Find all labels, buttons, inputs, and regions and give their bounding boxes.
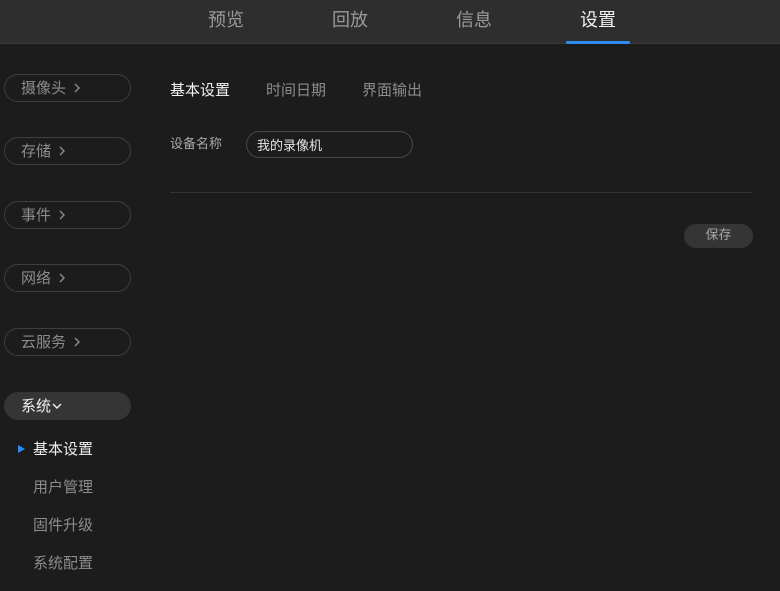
sidebar-item-label: 事件 <box>21 206 52 224</box>
sidebar-subitem-system-config[interactable]: 系统配置 <box>33 552 93 574</box>
chevron-right-icon <box>57 273 67 283</box>
sidebar-item-camera[interactable]: 摄像头 <box>4 74 131 102</box>
subtab-display-output[interactable]: 界面输出 <box>362 79 422 101</box>
chevron-right-icon <box>57 146 67 156</box>
sidebar-item-label: 系统 <box>21 397 52 415</box>
tab-preview[interactable]: 预览 <box>186 0 266 44</box>
sidebar-item-cloud-service[interactable]: 云服务 <box>4 328 131 356</box>
sidebar-item-events[interactable]: 事件 <box>4 201 131 229</box>
sidebar-item-label: 网络 <box>21 269 52 287</box>
sidebar-subitem-user-management[interactable]: 用户管理 <box>33 476 93 498</box>
top-nav-bar: 预览 回放 信息 设置 <box>0 0 780 44</box>
subtab-time-date[interactable]: 时间日期 <box>266 79 326 101</box>
sidebar-item-storage[interactable]: 存储 <box>4 137 131 165</box>
divider <box>170 192 752 193</box>
chevron-down-icon <box>52 401 62 411</box>
sidebar-item-label: 云服务 <box>21 333 67 351</box>
tab-info[interactable]: 信息 <box>434 0 514 44</box>
chevron-right-icon <box>72 83 82 93</box>
chevron-right-icon <box>72 337 82 347</box>
sidebar-subitem-firmware-upgrade[interactable]: 固件升级 <box>33 514 93 536</box>
sidebar-subitem-basic-settings[interactable]: 基本设置 <box>33 438 93 460</box>
tab-settings[interactable]: 设置 <box>558 0 638 44</box>
chevron-right-icon <box>57 210 67 220</box>
sidebar-item-network[interactable]: 网络 <box>4 264 131 292</box>
sidebar-item-label: 存储 <box>21 142 52 160</box>
sidebar-item-system[interactable]: 系统 <box>4 392 131 420</box>
active-indicator-icon <box>18 445 25 453</box>
subtab-basic-settings[interactable]: 基本设置 <box>170 79 230 101</box>
device-name-label: 设备名称 <box>170 137 223 152</box>
device-name-input[interactable] <box>246 131 413 158</box>
sidebar-item-label: 摄像头 <box>21 79 67 97</box>
tab-playback[interactable]: 回放 <box>310 0 390 44</box>
save-button[interactable]: 保存 <box>684 224 753 248</box>
